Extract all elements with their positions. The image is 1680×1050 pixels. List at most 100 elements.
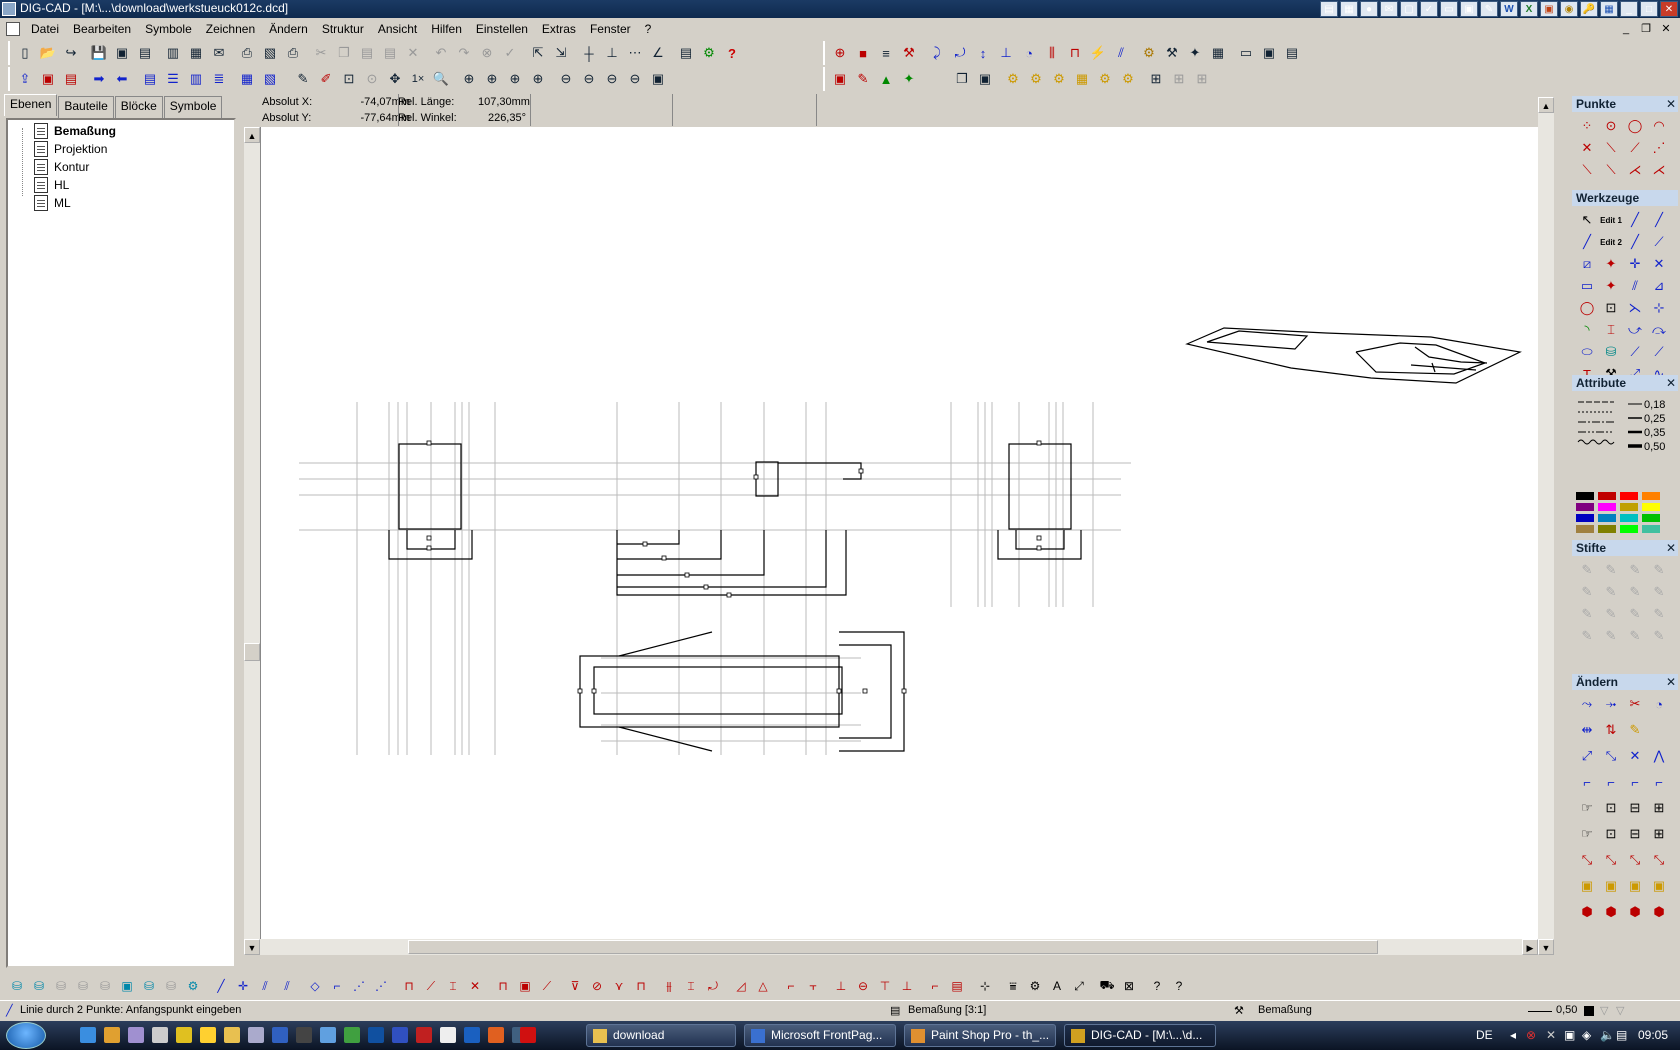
pen-14-icon[interactable]: ✎ bbox=[1600, 626, 1622, 646]
modify-w-icon[interactable]: ▣ bbox=[1624, 876, 1646, 896]
pen-16-icon[interactable]: ✎ bbox=[1648, 626, 1670, 646]
scroll-down-icon[interactable]: ▼ bbox=[1538, 939, 1554, 955]
note-icon[interactable]: ▢ bbox=[1400, 1, 1418, 17]
bt-dim-ab-icon[interactable]: A bbox=[1046, 975, 1068, 997]
bt-dim-e-icon[interactable]: ⊓ bbox=[492, 975, 514, 997]
point-center-icon[interactable]: ⊙ bbox=[1600, 116, 1622, 136]
open-recent-icon[interactable]: ↪ bbox=[60, 42, 82, 64]
close-icon[interactable]: ✕ bbox=[1666, 674, 1676, 690]
modify-c-icon[interactable]: ✕ bbox=[1624, 746, 1646, 766]
image-icon[interactable]: ⊡ bbox=[1600, 298, 1622, 318]
quicklaunch-i-icon[interactable] bbox=[272, 1027, 288, 1043]
view3d-f-icon[interactable]: ▣ bbox=[116, 975, 138, 997]
bt-dim-b-icon[interactable]: ⟋ bbox=[420, 975, 442, 997]
pen-11-icon[interactable]: ✎ bbox=[1624, 604, 1646, 624]
modify-t-icon[interactable]: ⤡ bbox=[1648, 850, 1670, 870]
x-tool-icon[interactable]: ✕ bbox=[1648, 254, 1670, 274]
bt-dim-af-icon[interactable]: ? bbox=[1146, 975, 1168, 997]
break-icon[interactable]: ⟋ bbox=[1624, 342, 1646, 362]
trim-icon[interactable]: ⤻ bbox=[1624, 320, 1646, 340]
quicklaunch-e-icon[interactable] bbox=[176, 1027, 192, 1043]
pen-9-icon[interactable]: ✎ bbox=[1576, 604, 1598, 624]
block-b-icon[interactable]: ✎ bbox=[852, 68, 874, 90]
task-download[interactable]: download bbox=[586, 1024, 736, 1047]
zoom-b-icon[interactable]: ⊕ bbox=[481, 68, 503, 90]
color-swatch[interactable] bbox=[1642, 492, 1660, 500]
redraw-icon[interactable]: ▣ bbox=[647, 68, 669, 90]
pen-3-icon[interactable]: ✎ bbox=[1624, 560, 1646, 580]
quicklaunch-d-icon[interactable] bbox=[152, 1027, 168, 1043]
window-e-icon[interactable]: ▦ bbox=[236, 68, 258, 90]
bt-step-icon[interactable]: ⌐ bbox=[326, 975, 348, 997]
pen-1-icon[interactable]: ✎ bbox=[1576, 560, 1598, 580]
scroll-up-icon[interactable]: ▲ bbox=[1538, 97, 1554, 113]
layer-item-bemassung[interactable]: Bemaßung bbox=[34, 122, 116, 140]
bt-dim-p-icon[interactable]: △ bbox=[752, 975, 774, 997]
modify-n-icon[interactable]: ⊡ bbox=[1600, 824, 1622, 844]
tray-f-icon[interactable]: ▤ bbox=[1616, 1028, 1627, 1042]
point-line-icon[interactable]: ⟍ bbox=[1600, 138, 1622, 158]
rectangle-icon[interactable]: ▭ bbox=[1576, 276, 1598, 296]
menu-aendern[interactable]: Ändern bbox=[262, 22, 315, 36]
layer-item-projektion[interactable]: Projektion bbox=[34, 140, 107, 158]
save-all-icon[interactable]: ▤ bbox=[134, 42, 156, 64]
block-d-icon[interactable]: ✦ bbox=[898, 68, 920, 90]
undo-icon[interactable]: ↶ bbox=[430, 42, 452, 64]
print-icon[interactable]: ⎙ bbox=[236, 42, 258, 64]
point-arc-icon[interactable]: ◠ bbox=[1648, 116, 1670, 136]
bt-dim-c-icon[interactable]: ⌶ bbox=[442, 975, 464, 997]
move-left-icon[interactable]: ⬅ bbox=[111, 68, 133, 90]
copy-icon[interactable]: ❐ bbox=[333, 42, 355, 64]
bt-dim-m-icon[interactable]: ⌶ bbox=[680, 975, 702, 997]
tool-a-icon[interactable]: ⊕ bbox=[829, 42, 851, 64]
zoom-d-icon[interactable]: ⊕ bbox=[527, 68, 549, 90]
left-vertical-ruler-scrollbar[interactable]: ▲ ▼ bbox=[244, 127, 260, 955]
point-end-icon[interactable]: ⟍ bbox=[1576, 160, 1598, 180]
modify-a-icon[interactable]: ⤢ bbox=[1576, 746, 1598, 766]
point-tangent-icon[interactable]: ⟍ bbox=[1600, 160, 1622, 180]
point-grid-icon[interactable]: ⋰ bbox=[1648, 138, 1670, 158]
vertical-scrollbar[interactable]: ▲ ▼ bbox=[1538, 97, 1554, 955]
modify-p-icon[interactable]: ⊞ bbox=[1648, 824, 1670, 844]
quicklaunch-a-icon[interactable] bbox=[80, 1027, 96, 1043]
pen-tool-icon[interactable]: ✎ bbox=[292, 68, 314, 90]
zoom-1x-icon[interactable]: 1× bbox=[407, 68, 429, 90]
modify-v-icon[interactable]: ▣ bbox=[1600, 876, 1622, 896]
select-icon[interactable]: ⇱ bbox=[527, 42, 549, 64]
modify-z-icon[interactable]: ⬢ bbox=[1600, 902, 1622, 922]
scroll-right-icon[interactable]: ▶ bbox=[1522, 939, 1538, 955]
solid-icon[interactable]: ⛁ bbox=[1600, 342, 1622, 362]
bt-dim-v-icon[interactable]: ⊥ bbox=[896, 975, 918, 997]
block-m-icon[interactable]: ⊞ bbox=[1145, 68, 1167, 90]
ellipse-icon[interactable]: ⬭ bbox=[1576, 342, 1598, 362]
attribute-tool-icon[interactable]: ✐ bbox=[315, 68, 337, 90]
tool-n-icon[interactable]: ⚙ bbox=[1138, 42, 1160, 64]
book-icon[interactable]: ▥ bbox=[162, 42, 184, 64]
color-swatch[interactable] bbox=[1598, 503, 1616, 511]
tool-p-icon[interactable]: ✦ bbox=[1184, 42, 1206, 64]
language-indicator[interactable]: DE bbox=[1476, 1028, 1493, 1042]
point-near-icon[interactable]: ⋌ bbox=[1648, 160, 1670, 180]
layer-item-hl[interactable]: HL bbox=[34, 176, 69, 194]
open-icon[interactable]: 📂 bbox=[37, 42, 59, 64]
office-icon[interactable]: ▤ bbox=[1320, 1, 1338, 17]
task-paintshop[interactable]: Paint Shop Pro - th_... bbox=[904, 1024, 1056, 1047]
cad-canvas[interactable] bbox=[260, 127, 1538, 939]
polyline-icon[interactable]: ⧄ bbox=[1576, 254, 1598, 274]
quicklaunch-o-icon[interactable] bbox=[416, 1027, 432, 1043]
tool-t-icon[interactable]: ▤ bbox=[1281, 42, 1303, 64]
pen-8-icon[interactable]: ✎ bbox=[1648, 582, 1670, 602]
color-swatch[interactable] bbox=[1620, 525, 1638, 533]
tool-i-icon[interactable]: ◔ bbox=[1018, 42, 1040, 64]
layer-up-icon[interactable]: ⇪ bbox=[14, 68, 36, 90]
tool-g-icon[interactable]: ↕ bbox=[972, 42, 994, 64]
tool-j-icon[interactable]: ⫼ bbox=[1041, 42, 1063, 64]
gold-icon[interactable]: ◉ bbox=[1560, 1, 1578, 17]
zoom-c-icon[interactable]: ⊕ bbox=[504, 68, 526, 90]
bt-dim-aa-icon[interactable]: ⚙ bbox=[1024, 975, 1046, 997]
app-icon[interactable] bbox=[2, 2, 16, 16]
modify-q-icon[interactable]: ⤡ bbox=[1576, 850, 1598, 870]
confirm-icon[interactable]: ✓ bbox=[499, 42, 521, 64]
view3d-b-icon[interactable]: ⛁ bbox=[28, 975, 50, 997]
view3d-e-icon[interactable]: ⛁ bbox=[94, 975, 116, 997]
